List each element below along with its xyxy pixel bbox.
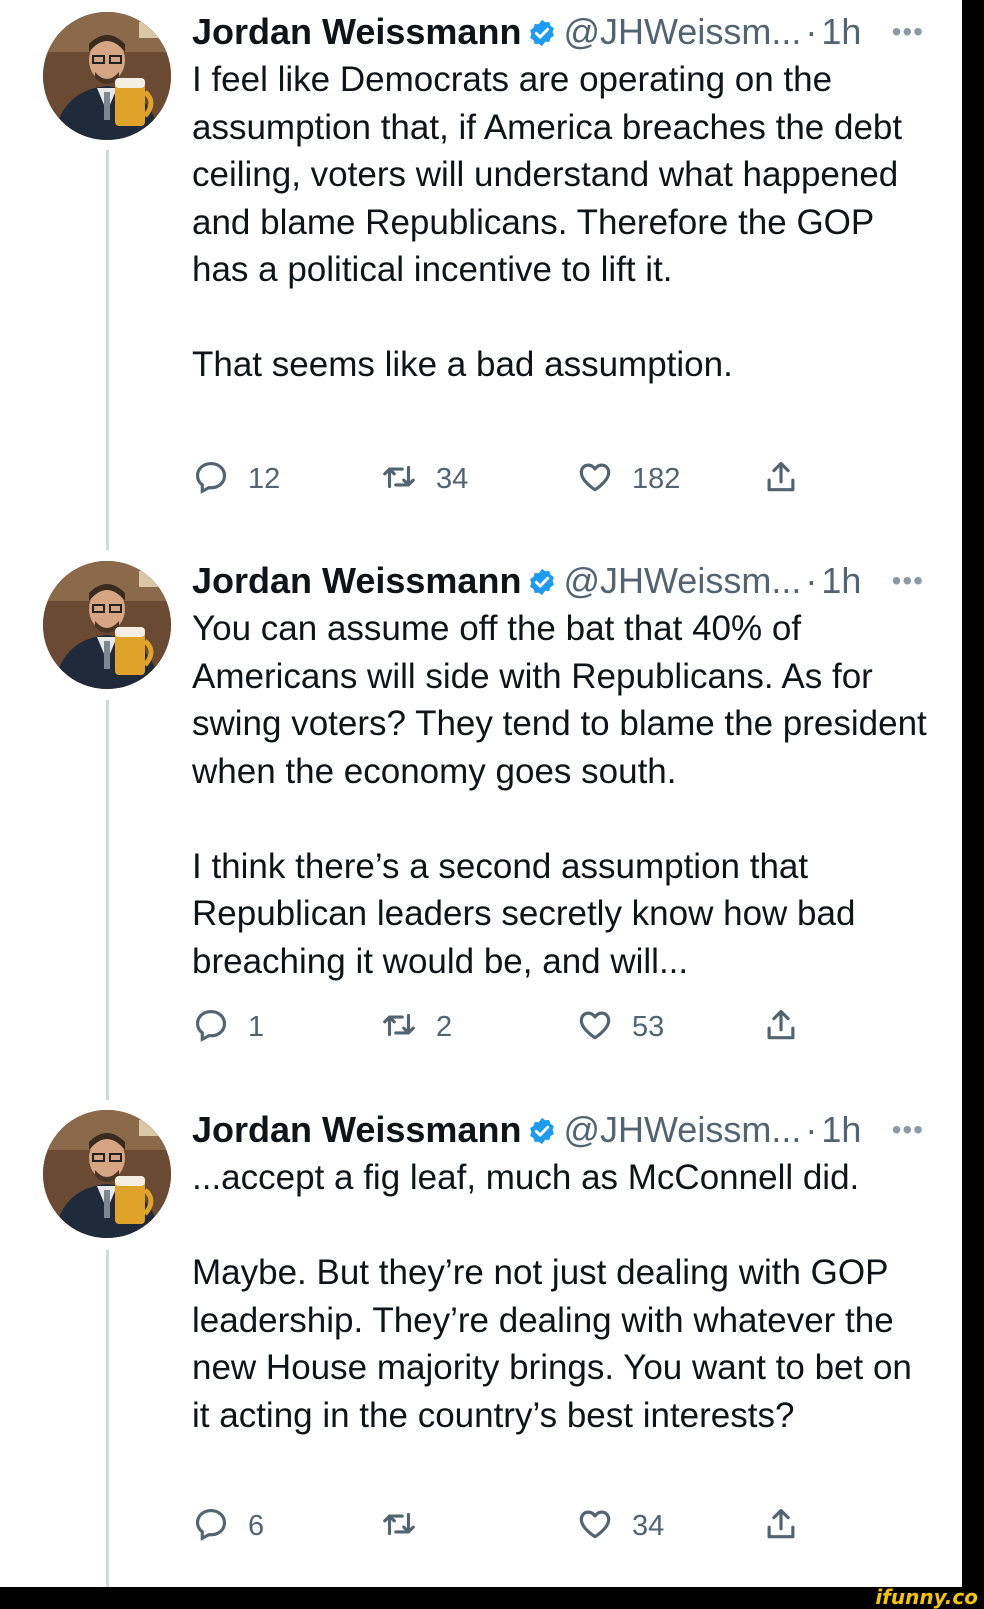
thread-connector [106,150,109,550]
like-button[interactable]: 34 [576,1506,664,1546]
reply-count: 1 [248,1010,265,1043]
tweet-text: ...accept a fig leaf, much as McConnell … [192,1154,932,1439]
author-handle[interactable]: @JHWeissm... [563,560,801,601]
separator: · [805,1109,818,1150]
author-name[interactable]: Jordan Weissmann [192,560,521,601]
like-count: 182 [632,462,681,495]
tweet-paragraph: You can assume off the bat that 40% of A… [192,609,927,791]
tweet-paragraph: Maybe. But they’re not just dealing with… [192,1253,912,1435]
tweet-paragraph: I feel like Democrats are operating on t… [192,60,903,289]
tweet-header: Jordan Weissmann @JHWeissm... · 1h ••• [192,12,962,52]
avatar-photo [43,12,171,140]
author-handle[interactable]: @JHWeissm... [563,11,801,52]
tweet-header: Jordan Weissmann @JHWeissm... · 1h ••• [192,561,962,601]
more-icon[interactable]: ••• [892,12,924,52]
retweet-count: 34 [436,462,469,495]
share-icon [762,1006,800,1049]
like-button[interactable]: 53 [576,1007,664,1047]
avatar[interactable] [43,561,171,689]
share-icon [762,458,800,501]
tweet-text: I feel like Democrats are operating on t… [192,56,932,389]
reply-count: 12 [248,462,281,495]
reply-count: 6 [248,1509,265,1542]
reply-button[interactable]: 1 [192,1007,264,1047]
action-bar: 1 2 53 [192,1007,812,1047]
retweet-button[interactable]: 2 [380,1007,452,1047]
retweet-button[interactable]: 34 [380,459,468,499]
retweet-button[interactable] [380,1506,436,1546]
author-name[interactable]: Jordan Weissmann [192,1109,521,1150]
like-count: 34 [632,1509,665,1542]
avatar-photo [43,561,171,689]
share-button[interactable] [762,459,800,499]
author-name[interactable]: Jordan Weissmann [192,11,521,52]
separator: · [805,11,818,52]
tweet-paragraph: ...accept a fig leaf, much as McConnell … [192,1158,860,1197]
more-icon[interactable]: ••• [892,1110,924,1150]
watermark-logo: ifunny.co [875,1585,978,1609]
timestamp[interactable]: 1h [821,11,861,52]
avatar-photo [43,1110,171,1238]
tweet-text: You can assume off the bat that 40% of A… [192,605,932,985]
separator: · [805,560,818,601]
reply-icon [192,1006,230,1049]
reply-icon [192,1505,230,1548]
action-bar: 6 34 [192,1506,812,1546]
retweet-icon [380,458,418,501]
timestamp[interactable]: 1h [821,560,861,601]
reply-button[interactable]: 6 [192,1506,264,1546]
more-icon[interactable]: ••• [892,561,924,601]
verified-badge-icon [527,565,557,596]
tweet-paragraph: I think there’s a second assumption that… [192,846,856,981]
avatar[interactable] [43,1110,171,1238]
verified-badge-icon [527,16,557,47]
share-button[interactable] [762,1007,800,1047]
heart-icon [576,1006,614,1049]
verified-badge-icon [527,1114,557,1145]
heart-icon [576,458,614,501]
retweet-icon [380,1505,418,1548]
thread-connector [106,1250,109,1587]
thread-screenshot: Jordan Weissmann @JHWeissm... · 1h ••• I fe… [0,0,962,1587]
retweet-count: 2 [436,1010,453,1043]
tweet-paragraph: That seems like a bad assumption. [192,345,733,384]
tweet-header: Jordan Weissmann @JHWeissm... · 1h ••• [192,1110,962,1150]
like-count: 53 [632,1010,665,1043]
action-bar: 12 34 182 [192,459,812,499]
avatar[interactable] [43,12,171,140]
thread-connector [106,700,109,1100]
heart-icon [576,1505,614,1548]
reply-button[interactable]: 12 [192,459,280,499]
share-button[interactable] [762,1506,800,1546]
like-button[interactable]: 182 [576,459,680,499]
author-handle[interactable]: @JHWeissm... [563,1109,801,1150]
retweet-icon [380,1006,418,1049]
timestamp[interactable]: 1h [821,1109,861,1150]
share-icon [762,1505,800,1548]
reply-icon [192,458,230,501]
